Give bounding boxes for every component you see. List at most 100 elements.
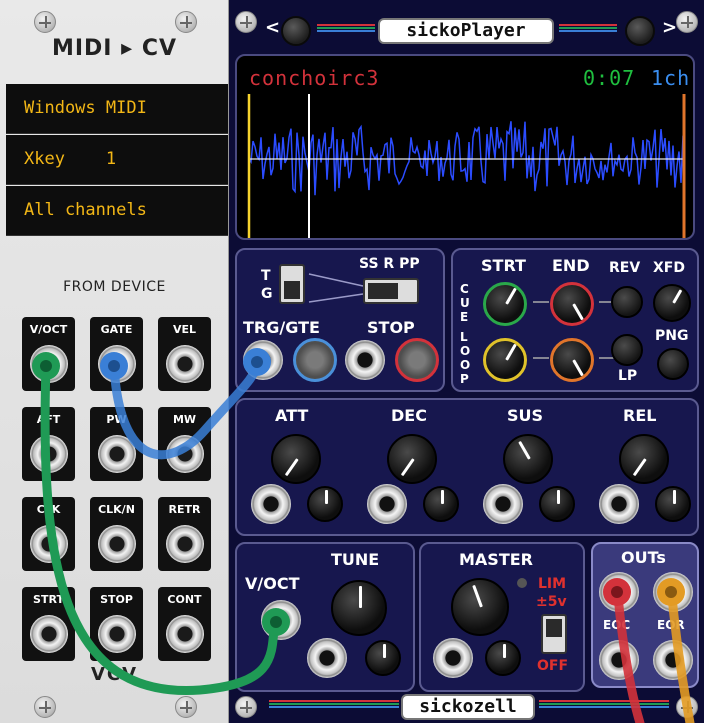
loop-start-knob[interactable] [483, 338, 527, 382]
envelope-knob[interactable] [619, 434, 669, 484]
outs-panel: OUTs EOC EOR [591, 542, 699, 688]
envelope-label: ATT [275, 406, 309, 425]
screw-icon [235, 696, 257, 718]
envelope-label: REL [623, 406, 657, 425]
output-jack[interactable] [30, 615, 68, 653]
eor-out-jack[interactable] [653, 640, 693, 680]
envelope-label: SUS [507, 406, 544, 425]
screw-icon [676, 11, 698, 33]
envelope-cv-jack[interactable] [483, 484, 523, 524]
envelope-label: DEC [391, 406, 427, 425]
gate-mode-label: G [261, 286, 273, 302]
envelope-cv-attenuator-knob[interactable] [307, 486, 343, 522]
output-jack[interactable] [166, 615, 204, 653]
sample-name: conchoirc3 [249, 66, 380, 90]
output-jack-box: PW [90, 407, 143, 481]
loop-end-knob[interactable] [550, 338, 594, 382]
playback-mode-switch[interactable] [363, 278, 419, 304]
stop-input-jack[interactable] [345, 340, 385, 380]
output-jack[interactable] [98, 525, 136, 563]
jack-label: VEL [172, 323, 197, 336]
output-jack-box: MW [158, 407, 211, 481]
ping-pong-button[interactable] [657, 348, 689, 380]
stop-label: STOP [367, 318, 415, 337]
screw-icon [175, 11, 197, 33]
envelope-panel: ATT DEC SUS REL [235, 398, 699, 536]
waveform-display[interactable]: conchoirc3 0:07 1ch [235, 54, 695, 240]
output-jack[interactable] [98, 435, 136, 473]
tune-panel: TUNE V/OCT [235, 542, 415, 692]
header-stripes [317, 24, 375, 38]
envelope-knob[interactable] [387, 434, 437, 484]
output-jack-box: STRT [22, 587, 75, 661]
master-volume-knob[interactable] [451, 578, 509, 636]
output-jack[interactable] [98, 615, 136, 653]
right-out-jack[interactable] [653, 572, 693, 612]
loop-button[interactable] [611, 334, 643, 366]
stop-button[interactable] [395, 338, 439, 382]
png-label: PNG [655, 328, 689, 344]
master-cv-jack[interactable] [433, 638, 473, 678]
midi-device-select[interactable]: Xkey 1 [6, 135, 228, 185]
left-out-jack[interactable] [599, 572, 639, 612]
jack-label: CLK/N [98, 503, 135, 516]
reverse-button[interactable] [611, 286, 643, 318]
envelope-cv-jack[interactable] [599, 484, 639, 524]
limit-led-icon [517, 578, 527, 588]
eoc-out-jack[interactable] [599, 640, 639, 680]
trig-gate-switch[interactable] [279, 264, 305, 304]
trig-input-jack[interactable] [243, 340, 283, 380]
screw-icon [676, 696, 698, 718]
jack-label: MW [172, 413, 197, 426]
eor-label: EOR [657, 618, 685, 632]
trigger-panel: T G SS R PP TRG/GTE STOP [235, 248, 445, 392]
jack-label: CLK [36, 503, 61, 516]
master-cv-attenuator-knob[interactable] [485, 640, 521, 676]
prev-sample-button[interactable] [281, 16, 311, 46]
envelope-cv-attenuator-knob[interactable] [655, 486, 691, 522]
crossfade-knob[interactable] [653, 284, 691, 322]
output-jack[interactable] [98, 345, 136, 383]
midi-channel-label: All channels [24, 200, 147, 220]
limit-off-label: OFF [537, 658, 569, 674]
midi-device-label: Xkey 1 [24, 149, 117, 169]
envelope-cv-jack[interactable] [251, 484, 291, 524]
output-jack[interactable] [166, 345, 204, 383]
midi-driver-select[interactable]: Windows MIDI [6, 84, 228, 134]
envelope-cv-attenuator-knob[interactable] [423, 486, 459, 522]
output-jack-box: RETR [158, 497, 211, 571]
cue-end-knob[interactable] [550, 282, 594, 326]
output-jack[interactable] [30, 435, 68, 473]
envelope-knob[interactable] [271, 434, 321, 484]
cue-start-knob[interactable] [483, 282, 527, 326]
envelope-knob[interactable] [503, 434, 553, 484]
output-jack[interactable] [166, 525, 204, 563]
tune-cv-attenuator-knob[interactable] [365, 640, 401, 676]
output-jack-box: CLK [22, 497, 75, 571]
output-jack[interactable] [30, 525, 68, 563]
midi-channel-select[interactable]: All channels [6, 186, 228, 236]
tune-cv-jack[interactable] [307, 638, 347, 678]
voct-input-jack[interactable] [261, 600, 301, 640]
screw-icon [34, 11, 56, 33]
brand-logo: sickozell [401, 694, 535, 720]
output-jack[interactable] [166, 435, 204, 473]
envelope-cv-jack[interactable] [367, 484, 407, 524]
limit-range-label: ±5v [536, 594, 567, 610]
envelope-cv-attenuator-knob[interactable] [539, 486, 575, 522]
output-jack[interactable] [30, 345, 68, 383]
tune-knob[interactable] [331, 580, 387, 636]
xfd-label: XFD [653, 260, 685, 276]
limit-switch[interactable] [541, 614, 567, 654]
rev-label: REV [609, 260, 641, 276]
loop-label: LOOP [460, 330, 471, 386]
midi-cv-module: MIDI ▸ CV Windows MIDI Xkey 1 All channe… [0, 0, 229, 723]
trig-button[interactable] [293, 338, 337, 382]
eoc-label: EOC [603, 618, 631, 632]
trig-mode-label: T [261, 268, 271, 284]
jack-label: RETR [168, 503, 201, 516]
lp-label: LP [618, 368, 638, 384]
cue-loop-panel: CUE LOOP STRT END REV XFD PNG LP [451, 248, 699, 392]
tune-label: TUNE [331, 550, 380, 569]
next-sample-button[interactable] [625, 16, 655, 46]
